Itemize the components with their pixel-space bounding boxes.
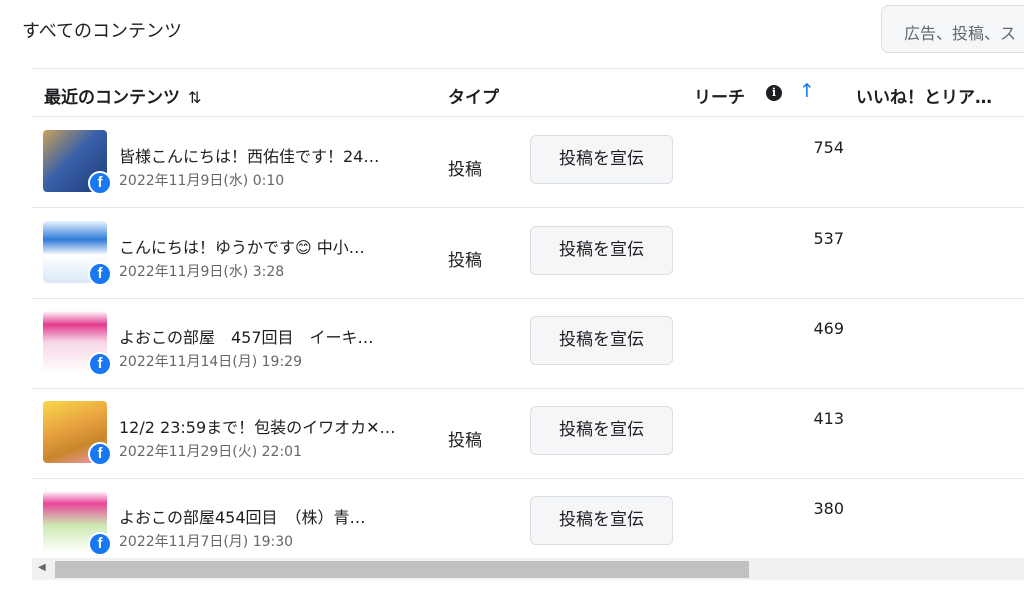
table-row[interactable]: f 12/2 23:59まで！包装のイワオカ✕… 2022年11月29日(火) … (32, 389, 1024, 479)
table-row[interactable]: f よおこの部屋454回目 （株）青… 2022年11月7日(月) 19:30 … (32, 479, 1024, 568)
post-type: 投稿 (448, 160, 482, 180)
reach-value: 380 (813, 499, 844, 518)
table-row[interactable]: f 皆様こんにちは！西佑佳です！24… 2022年11月9日(水) 0:10 投… (32, 118, 1024, 208)
table-row[interactable]: f よおこの部屋 457回目 イーキ… 2022年11月14日(月) 19:29… (32, 299, 1024, 389)
post-title[interactable]: 12/2 23:59まで！包装のイワオカ✕… (119, 414, 425, 438)
boost-post-button[interactable]: 投稿を宣伝 (530, 406, 673, 455)
post-type: 投稿 (448, 431, 482, 451)
reach-value: 469 (813, 319, 844, 338)
post-title[interactable]: よおこの部屋454回目 （株）青… (119, 504, 425, 528)
scrollbar-thumb[interactable] (55, 561, 749, 578)
facebook-icon: f (88, 352, 112, 376)
facebook-icon: f (88, 262, 112, 286)
sort-ascending-icon[interactable]: ↑ (799, 80, 815, 102)
facebook-icon: f (88, 442, 112, 466)
post-date: 2022年11月9日(水) 0:10 (119, 173, 285, 189)
search-placeholder: 広告、投稿、ス (904, 24, 1017, 43)
boost-post-button[interactable]: 投稿を宣伝 (530, 316, 673, 365)
table-header: 最近のコンテンツ ⇅ タイプ リーチ i ↑ いいね！とリア… (32, 69, 1024, 117)
table-row[interactable]: f こんにちは！ゆうかです😊 中小… 2022年11月9日(水) 3:28 投稿… (32, 209, 1024, 299)
column-header-content-label: 最近のコンテンツ (44, 88, 180, 108)
boost-post-button[interactable]: 投稿を宣伝 (530, 135, 673, 184)
post-date: 2022年11月9日(水) 3:28 (119, 264, 285, 280)
facebook-icon: f (88, 171, 112, 195)
facebook-icon: f (88, 532, 112, 556)
reach-value: 413 (813, 409, 844, 428)
info-icon[interactable]: i (766, 85, 782, 101)
horizontal-scrollbar[interactable]: ◀ (32, 558, 1024, 580)
section-title: すべてのコンテンツ (22, 21, 183, 42)
column-header-likes[interactable]: いいね！とリア… (856, 83, 992, 108)
post-type: 投稿 (448, 251, 482, 271)
post-title[interactable]: よおこの部屋 457回目 イーキ… (119, 324, 425, 348)
post-date: 2022年11月7日(月) 19:30 (119, 534, 294, 550)
post-date: 2022年11月29日(火) 22:01 (119, 444, 302, 460)
column-header-content[interactable]: 最近のコンテンツ ⇅ (44, 83, 201, 108)
post-title[interactable]: こんにちは！ゆうかです😊 中小… (119, 234, 425, 258)
column-header-type: タイプ (448, 88, 499, 108)
boost-post-button[interactable]: 投稿を宣伝 (530, 496, 673, 545)
post-title[interactable]: 皆様こんにちは！西佑佳です！24… (119, 143, 425, 167)
post-date: 2022年11月14日(月) 19:29 (119, 354, 302, 370)
scroll-left-arrow-icon[interactable]: ◀ (38, 562, 46, 573)
reach-value: 537 (813, 229, 844, 248)
column-header-reach[interactable]: リーチ (694, 83, 745, 108)
search-input[interactable]: 広告、投稿、ス (881, 5, 1024, 53)
reach-value: 754 (813, 138, 844, 157)
sort-icon[interactable]: ⇅ (188, 88, 201, 107)
content-table: 最近のコンテンツ ⇅ タイプ リーチ i ↑ いいね！とリア… f 皆様こんにちは… (32, 68, 1024, 568)
boost-post-button[interactable]: 投稿を宣伝 (530, 226, 673, 275)
